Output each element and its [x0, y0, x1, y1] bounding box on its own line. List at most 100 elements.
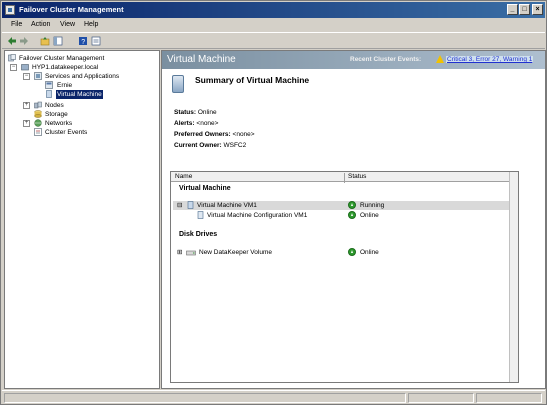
properties-icon[interactable] — [91, 36, 101, 46]
tree-item-ernie[interactable]: Ernie — [8, 81, 158, 90]
window-title: Failover Cluster Management — [19, 5, 124, 14]
menu-bar: File Action View Help — [2, 18, 545, 31]
tree-item-cluster-events[interactable]: Cluster Events — [8, 128, 158, 137]
tree-label-nodes: Nodes — [45, 102, 64, 109]
collapse-icon[interactable]: − — [10, 64, 17, 71]
tree-label-storage: Storage — [45, 111, 68, 118]
restore-button[interactable]: □ — [519, 4, 530, 15]
column-header-status[interactable]: Status — [348, 173, 366, 180]
property-value: Online — [197, 109, 217, 116]
property-label: Status: — [174, 109, 197, 116]
app-window: Failover Cluster Management _ □ × File A… — [0, 0, 547, 405]
toolbar: ? — [2, 32, 545, 49]
row-name: Virtual Machine VM1 — [197, 202, 257, 209]
tree-label-ernie: Ernie — [57, 82, 73, 89]
menu-action[interactable]: Action — [31, 21, 50, 28]
row-status: Running — [360, 202, 385, 209]
tree-item-nodes[interactable]: + Nodes — [8, 101, 158, 110]
storage-icon — [34, 110, 42, 118]
row-status: Online — [360, 212, 379, 219]
collapse-icon[interactable]: − — [23, 73, 30, 80]
property-label: Preferred Owners: — [174, 131, 231, 138]
expand-icon[interactable]: + — [23, 120, 30, 127]
tree-label-virtual-machine: Virtual Machine — [56, 90, 103, 99]
column-header-name[interactable]: Name — [175, 173, 192, 180]
virtual-machine-icon — [187, 201, 194, 209]
recent-events-label: Recent Cluster Events: — [350, 56, 422, 63]
title-bar[interactable]: Failover Cluster Management _ □ × — [2, 2, 545, 18]
close-button[interactable]: × — [532, 4, 543, 15]
table-row[interactable]: ⊞ New DataKeeper Volume Online — [173, 248, 515, 257]
recent-events-link[interactable]: Critical 3, Error 27, Warning 1 — [446, 56, 534, 63]
networks-icon — [34, 119, 42, 127]
alerts-property: Alerts: <none> — [174, 120, 218, 127]
status-bar-cell — [408, 393, 474, 403]
summary-title: Summary of Virtual Machine — [195, 75, 310, 85]
tree-label-cluster: HYP1.datakeeper.local — [32, 64, 99, 71]
disk-drive-icon — [186, 250, 196, 256]
cluster-icon — [21, 64, 29, 71]
status-up-icon — [348, 248, 356, 256]
svg-text:?: ? — [81, 39, 85, 46]
status-property: Status: Online — [174, 109, 217, 116]
help-icon[interactable]: ? — [78, 36, 88, 46]
menu-view[interactable]: View — [60, 21, 75, 28]
tree-item-services[interactable]: − Services and Applications — [8, 72, 158, 81]
cluster-manager-icon — [8, 54, 16, 62]
property-value: WSFC2 — [223, 142, 247, 149]
application-icon — [45, 81, 53, 89]
tree-item-virtual-machine[interactable]: Virtual Machine — [8, 90, 158, 99]
menu-file[interactable]: File — [11, 21, 22, 28]
property-value: <none> — [232, 131, 255, 138]
content-header: Virtual Machine Recent Cluster Events: C… — [162, 51, 545, 69]
tree-label-services: Services and Applications — [45, 73, 120, 80]
expand-icon[interactable]: ⊞ — [177, 248, 182, 257]
status-up-icon — [348, 211, 356, 219]
grid-scrollbar[interactable] — [509, 172, 518, 382]
tree-label-cluster-events: Cluster Events — [45, 129, 88, 136]
menu-help[interactable]: Help — [84, 21, 98, 28]
table-row[interactable]: Virtual Machine Configuration VM1 Online — [173, 211, 515, 220]
forward-arrow-icon[interactable] — [19, 36, 29, 46]
navigation-tree: Failover Cluster Management − HYP1.datak… — [4, 50, 160, 389]
tree-item-cluster[interactable]: − HYP1.datakeeper.local — [8, 63, 158, 72]
row-status: Online — [360, 249, 379, 256]
tree-item-storage[interactable]: Storage — [8, 110, 158, 119]
property-label: Current Owner: — [174, 142, 222, 149]
tree-label-networks: Networks — [45, 120, 73, 127]
property-label: Alerts: — [174, 120, 195, 127]
tree-item-root[interactable]: Failover Cluster Management — [8, 54, 158, 63]
group-header-virtual-machine: Virtual Machine — [179, 185, 231, 192]
status-bar-cell — [476, 393, 542, 403]
virtual-machine-icon — [46, 90, 52, 98]
grid-header: Name Status — [171, 172, 518, 183]
status-up-icon — [348, 201, 356, 209]
services-icon — [34, 72, 42, 80]
resources-grid: Name Status Virtual Machine ⊟ Virtual Ma… — [170, 171, 519, 383]
content-title: Virtual Machine — [167, 54, 236, 65]
tree-label-root: Failover Cluster Management — [19, 55, 105, 62]
expand-icon[interactable]: + — [23, 102, 30, 109]
row-name: Virtual Machine Configuration VM1 — [207, 212, 308, 219]
virtual-machine-summary-icon — [172, 75, 184, 93]
events-icon — [34, 128, 42, 136]
nodes-icon — [34, 101, 42, 109]
preferred-owners-property: Preferred Owners: <none> — [174, 131, 255, 138]
table-row[interactable]: ⊟ Virtual Machine VM1 Running — [173, 201, 515, 210]
column-divider[interactable] — [344, 173, 345, 183]
row-name: New DataKeeper Volume — [199, 249, 272, 256]
back-arrow-icon[interactable] — [7, 36, 17, 46]
tree-item-networks[interactable]: + Networks — [8, 119, 158, 128]
status-bar-cell — [4, 393, 406, 403]
collapse-icon[interactable]: ⊟ — [177, 201, 182, 210]
minimize-button[interactable]: _ — [507, 4, 518, 15]
cluster-app-icon — [5, 5, 15, 15]
group-header-disk-drives: Disk Drives — [179, 231, 218, 238]
current-owner-property: Current Owner: WSFC2 — [174, 142, 246, 149]
show-hide-tree-icon[interactable] — [53, 36, 63, 46]
vm-configuration-icon — [197, 211, 204, 219]
warning-icon — [436, 55, 444, 63]
folder-up-icon[interactable] — [40, 36, 50, 46]
property-value: <none> — [196, 120, 219, 127]
content-pane: Virtual Machine Recent Cluster Events: C… — [161, 50, 546, 389]
